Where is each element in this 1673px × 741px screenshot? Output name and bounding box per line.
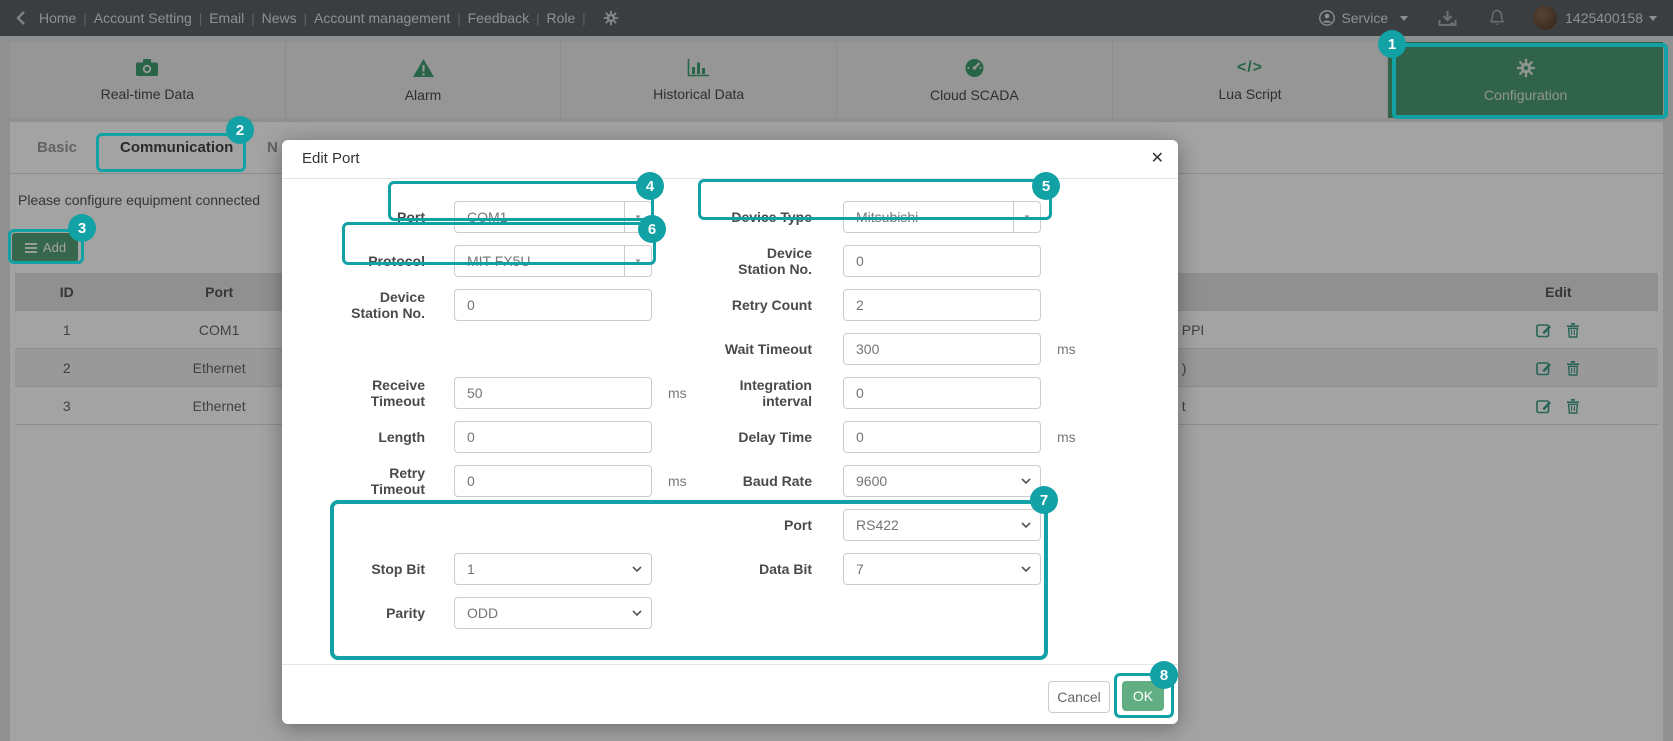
field-receive-timeout: Receive Timeout 50 ms xyxy=(302,372,687,414)
field-wait-timeout: Wait Timeout 300 ms xyxy=(689,328,1076,370)
chevron-down-icon xyxy=(632,566,642,572)
field-value: 7 xyxy=(844,561,864,577)
field-device-station-no: Device Station No. 0 xyxy=(302,284,652,326)
field-value: COM1 xyxy=(455,209,507,225)
field-label: Device Station No. xyxy=(302,289,425,321)
field-value: 50 xyxy=(455,385,483,401)
field-value: ODD xyxy=(455,605,498,621)
chevron-down-icon xyxy=(1021,522,1031,528)
field-value: 0 xyxy=(844,385,864,401)
app-window: Home | Account Setting | Email | News | … xyxy=(0,0,1673,741)
field-label: Port xyxy=(302,209,425,225)
length-input[interactable]: 0 xyxy=(454,421,652,453)
field-value: 2 xyxy=(844,297,864,313)
baud-rate-select[interactable]: 9600 xyxy=(843,465,1041,497)
field-label: Protocol xyxy=(302,253,425,269)
cancel-button[interactable]: Cancel xyxy=(1048,681,1110,713)
serial-port-select[interactable]: RS422 xyxy=(843,509,1041,541)
field-label: Integration interval xyxy=(689,377,812,409)
stop-bit-select[interactable]: 1 xyxy=(454,553,652,585)
field-retry-count: Retry Count 2 xyxy=(689,284,1041,326)
field-value: 300 xyxy=(844,341,879,357)
protocol-select[interactable]: MIT FX5U ▼ xyxy=(454,245,652,277)
close-icon[interactable]: ✕ xyxy=(1151,140,1164,178)
dropdown-arrow-icon: ▼ xyxy=(624,246,651,276)
delay-time-input[interactable]: 0 xyxy=(843,421,1041,453)
field-value: Mitsubishi xyxy=(844,209,918,225)
field-value: 0 xyxy=(844,429,864,445)
field-value: 0 xyxy=(844,253,864,269)
chevron-down-icon xyxy=(1021,566,1031,572)
field-integration-interval: Integration interval 0 xyxy=(689,372,1041,414)
field-label: Port xyxy=(689,517,812,533)
field-label: Retry Count xyxy=(689,297,812,313)
field-label: Retry Timeout xyxy=(302,465,425,497)
field-protocol: Protocol MIT FX5U ▼ xyxy=(302,240,652,282)
field-label: Receive Timeout xyxy=(302,377,425,409)
retry-timeout-input[interactable]: 0 xyxy=(454,465,652,497)
dialog-header: Edit Port ✕ xyxy=(282,140,1178,179)
dialog-footer: Cancel OK xyxy=(282,664,1178,725)
parity-select[interactable]: ODD xyxy=(454,597,652,629)
field-device-type: Device Type Mitsubishi ▼ xyxy=(689,196,1041,238)
integration-interval-input[interactable]: 0 xyxy=(843,377,1041,409)
device-type-select[interactable]: Mitsubishi ▼ xyxy=(843,201,1041,233)
field-label: Delay Time xyxy=(689,429,812,445)
field-value: MIT FX5U xyxy=(455,253,531,269)
field-label: Baud Rate xyxy=(689,473,812,489)
field-value: RS422 xyxy=(844,517,899,533)
chevron-down-icon xyxy=(1021,478,1031,484)
edit-port-dialog: Edit Port ✕ Port COM1 ▼ Device Type Mits… xyxy=(282,140,1178,724)
port-select[interactable]: COM1 ▼ xyxy=(454,201,652,233)
field-value: 9600 xyxy=(844,473,887,489)
data-bit-select[interactable]: 7 xyxy=(843,553,1041,585)
dialog-title: Edit Port xyxy=(302,140,360,178)
dropdown-arrow-icon: ▼ xyxy=(624,202,651,232)
field-delay-time: Delay Time 0 ms xyxy=(689,416,1076,458)
unit-label: ms xyxy=(1057,429,1076,445)
field-value: 0 xyxy=(455,429,475,445)
field-retry-timeout: Retry Timeout 0 ms xyxy=(302,460,687,502)
unit-label: ms xyxy=(1057,341,1076,357)
field-length: Length 0 xyxy=(302,416,652,458)
dropdown-arrow-icon: ▼ xyxy=(1013,202,1040,232)
retry-count-input[interactable]: 2 xyxy=(843,289,1041,321)
field-label: Device Station No. xyxy=(689,245,812,277)
field-port: Port COM1 ▼ xyxy=(302,196,652,238)
field-label: Length xyxy=(302,429,425,445)
unit-label: ms xyxy=(668,473,687,489)
field-label: Data Bit xyxy=(689,561,812,577)
wait-timeout-input[interactable]: 300 xyxy=(843,333,1041,365)
field-device-station-no: Device Station No. 0 xyxy=(689,240,1041,282)
ok-button[interactable]: OK xyxy=(1122,681,1164,711)
field-label: Parity xyxy=(302,605,425,621)
field-label: Device Type xyxy=(689,209,812,225)
chevron-down-icon xyxy=(632,610,642,616)
device-station-input[interactable]: 0 xyxy=(843,245,1041,277)
field-baud-rate: Baud Rate 9600 xyxy=(689,460,1041,502)
field-stop-bit: Stop Bit 1 xyxy=(302,548,652,590)
field-value: 0 xyxy=(455,473,475,489)
field-serial-port: Port RS422 xyxy=(689,504,1041,546)
device-station-input[interactable]: 0 xyxy=(454,289,652,321)
receive-timeout-input[interactable]: 50 xyxy=(454,377,652,409)
field-data-bit: Data Bit 7 xyxy=(689,548,1041,590)
field-label: Wait Timeout xyxy=(689,341,812,357)
field-parity: Parity ODD xyxy=(302,592,652,634)
field-value: 0 xyxy=(455,297,475,313)
field-value: 1 xyxy=(455,561,475,577)
unit-label: ms xyxy=(668,385,687,401)
field-label: Stop Bit xyxy=(302,561,425,577)
